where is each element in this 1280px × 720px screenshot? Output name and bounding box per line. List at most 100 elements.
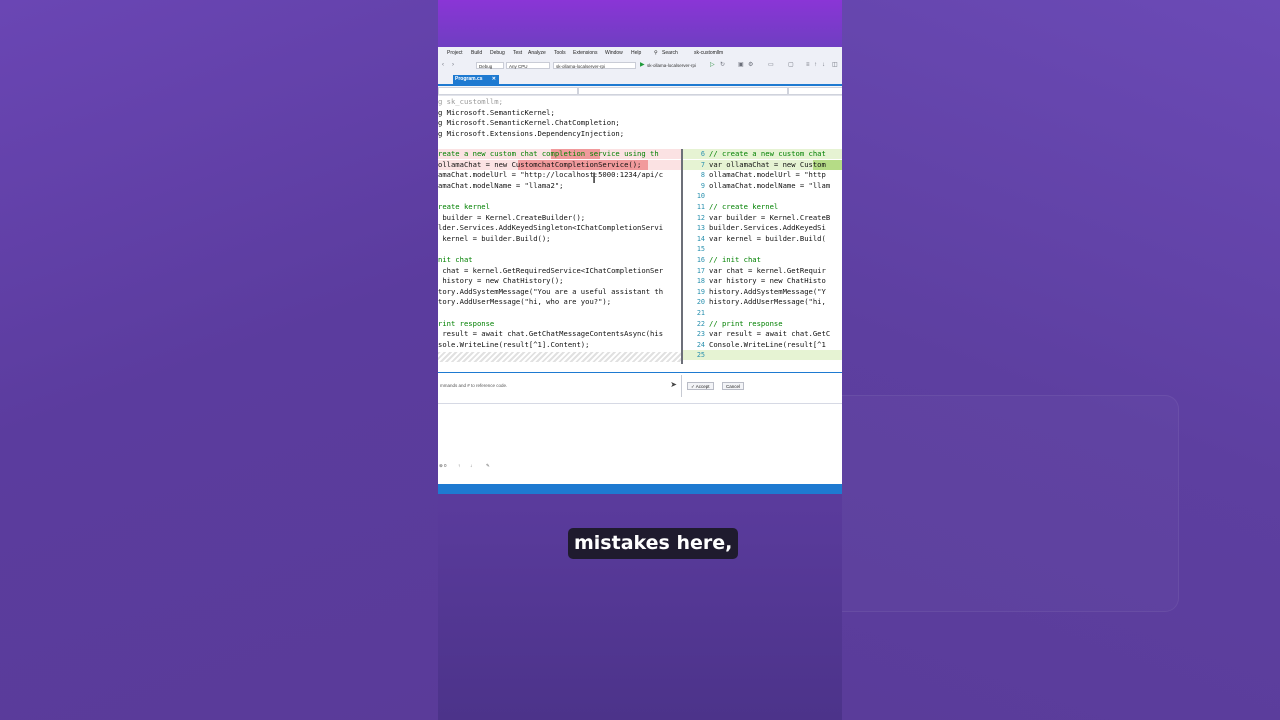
code-line: var kernel = builder.Build( [709, 233, 826, 243]
menu-tools[interactable]: Tools [554, 50, 566, 56]
run-icon[interactable]: ▶ [640, 62, 646, 68]
project-dropdown[interactable]: sk-ollama-localserver-rpi [553, 62, 636, 69]
code-line: chat = kernel.GetRequiredService<IChatCo… [438, 265, 664, 275]
code-line: history.AddUserMessage("hi, [709, 297, 826, 307]
code-line: var history = new ChatHisto [709, 276, 826, 286]
line-number: 20 [696, 298, 705, 307]
search-icon[interactable]: ⚲ [654, 50, 658, 56]
code-line: // create kernel [709, 202, 779, 211]
code-line: ollamaChat.modelUrl = "http [709, 170, 826, 180]
code-line: ollamaChat.modelName = "llam [709, 180, 831, 190]
chat-placeholder: mmands and # to reference code. [440, 383, 508, 388]
navigation-bar [438, 86, 842, 96]
line-number: 23 [696, 330, 705, 339]
tab-label: Program.cs [455, 76, 483, 82]
member-nav-dropdown[interactable] [788, 87, 842, 95]
line-number: 16 [696, 256, 705, 264]
code-line: reate kernel [438, 202, 490, 211]
background-right [747, 0, 1280, 720]
code-line: var result = await chat.GetC [709, 329, 831, 339]
accept-label: Accept [695, 384, 710, 389]
menu-analyze[interactable]: Analyze [528, 50, 546, 56]
cancel-button[interactable]: Cancel [722, 382, 745, 390]
code-line: Console.WriteLine(result[^1 [709, 339, 826, 349]
code-line: sole.WriteLine(result[^1].Content); [438, 339, 590, 349]
menu-extensions[interactable]: Extensions [573, 50, 597, 56]
editor-status-bar: ⊗ 0 ↑ ↓ ✎ [438, 462, 842, 470]
code-line: reate a new custom chat completion servi… [438, 149, 659, 158]
code-line: amaChat.modelUrl = "http://localhost:500… [438, 170, 664, 180]
arrow-down-icon[interactable]: ↓ [470, 463, 472, 468]
line-number: 12 [696, 213, 705, 222]
code-line: g Microsoft.SemanticKernel.ChatCompletio… [438, 118, 620, 127]
code-line: // init chat [709, 255, 761, 264]
chat-input[interactable]: mmands and # to reference code. ➤ [438, 375, 682, 397]
line-number: 18 [696, 277, 705, 286]
code-line: tory.AddUserMessage("hi, who are you?"); [438, 297, 612, 307]
code-line: // create a new custom chat [709, 149, 826, 158]
issues-icon[interactable]: ⊗ 0 [439, 463, 447, 469]
line-number: 14 [696, 234, 705, 243]
menu-help[interactable]: Help [631, 50, 641, 56]
comment-icon[interactable]: ▢ [788, 62, 794, 68]
arrow-down-icon[interactable]: ↓ [822, 62, 828, 68]
copilot-chat-area: mmands and # to reference code. ➤ ✓ Acce… [438, 372, 842, 404]
window-layout-icon[interactable]: ▭ [768, 62, 774, 68]
diff-original-pane[interactable]: reate a new custom chat completion servi… [438, 149, 681, 364]
bookmark-icon[interactable]: ◫ [832, 62, 838, 68]
ide-window: Project Build Debug Test Analyze Tools E… [438, 47, 842, 494]
refresh-icon[interactable]: ↻ [720, 62, 726, 68]
brush-icon[interactable]: ✎ [486, 463, 490, 469]
line-number: 15 [696, 245, 705, 254]
document-tabs: Program.cs ✕ [438, 72, 842, 86]
code-line: builder.Services.AddKeyedSi [709, 223, 826, 233]
tab-program-cs[interactable]: Program.cs ✕ [453, 75, 499, 84]
platform-dropdown[interactable]: Any CPU [506, 62, 550, 69]
line-number: 25 [696, 351, 705, 360]
config-dropdown[interactable]: Debug [476, 62, 504, 69]
menu-window[interactable]: Window [605, 50, 623, 56]
menu-test[interactable]: Test [513, 50, 522, 56]
diff-filler-hatch [438, 352, 681, 362]
code-line: var chat = kernel.GetRequir [709, 265, 826, 275]
forward-icon[interactable]: › [452, 62, 458, 68]
search-box[interactable]: Search [662, 50, 678, 56]
line-number: 19 [696, 287, 705, 296]
accept-button[interactable]: ✓ Accept [687, 382, 714, 390]
solution-name: sk-customllm [694, 50, 724, 56]
code-line: builder = Kernel.CreateBuilder(); [438, 212, 586, 222]
project-nav-dropdown[interactable] [438, 87, 578, 95]
code-editor-top[interactable]: g sk_customllm; g Microsoft.SemanticKern… [438, 97, 842, 149]
video-frame: Project Build Debug Test Analyze Tools E… [438, 0, 842, 720]
line-number: 13 [696, 224, 705, 233]
menu-project[interactable]: Project [447, 50, 463, 56]
arrow-up-icon[interactable]: ↑ [814, 62, 820, 68]
code-line: history.AddSystemMessage("Y [709, 286, 826, 296]
text-cursor-icon: Ι [592, 171, 597, 187]
align-icon[interactable]: ≡ [806, 62, 812, 68]
added-line-highlight [683, 350, 842, 361]
type-nav-dropdown[interactable] [578, 87, 788, 95]
start-without-debug-icon[interactable]: ▷ [710, 62, 716, 68]
layout-icon[interactable]: ▣ [738, 62, 744, 68]
menu-build[interactable]: Build [471, 50, 482, 56]
line-number: 7 [700, 160, 705, 169]
code-line: g Microsoft.Extensions.DependencyInjecti… [438, 128, 625, 138]
send-icon[interactable]: ➤ [670, 380, 677, 389]
code-line: nit chat [438, 255, 473, 264]
line-number: 10 [696, 192, 705, 201]
close-icon[interactable]: ✕ [492, 75, 496, 84]
line-number: 17 [696, 266, 705, 275]
settings-icon[interactable]: ⚙ [748, 62, 754, 68]
code-line: var builder = Kernel.CreateB [709, 212, 831, 222]
menu-debug[interactable]: Debug [490, 50, 505, 56]
video-caption: mistakes here, [568, 528, 739, 559]
arrow-up-icon[interactable]: ↑ [458, 463, 460, 468]
code-line: tory.AddSystemMessage("You are a useful … [438, 286, 664, 296]
line-number: 11 [696, 203, 705, 211]
run-target-button[interactable]: sk-ollama-localserver-rpi [647, 63, 696, 68]
line-number: 24 [696, 340, 705, 349]
line-number: 9 [700, 181, 705, 190]
diff-suggested-pane[interactable]: 6 // create a new custom chat 7 var olla… [681, 149, 842, 364]
back-icon[interactable]: ‹ [442, 62, 448, 68]
